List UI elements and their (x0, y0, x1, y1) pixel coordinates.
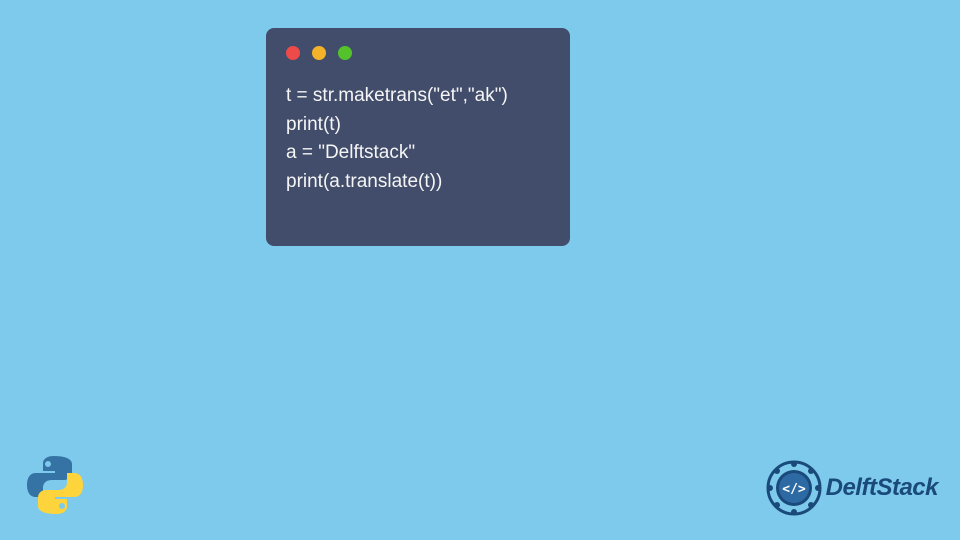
code-content: t = str.maketrans("et","ak") print(t) a … (286, 82, 550, 196)
maximize-icon (338, 46, 352, 60)
code-line-1: t = str.maketrans("et","ak") (286, 82, 550, 111)
window-controls (286, 46, 550, 60)
close-icon (286, 46, 300, 60)
brand-name-text: DelftStack (826, 474, 938, 502)
code-line-2: print(t) (286, 111, 550, 140)
minimize-icon (312, 46, 326, 60)
delftstack-emblem-icon: </> (766, 460, 822, 516)
svg-text:</>: </> (782, 482, 806, 497)
delftstack-logo: </> DelftStack (766, 460, 938, 516)
code-window: t = str.maketrans("et","ak") print(t) a … (266, 28, 570, 246)
code-line-4: print(a.translate(t)) (286, 168, 550, 197)
code-line-3: a = "Delftstack" (286, 139, 550, 168)
python-icon (23, 453, 87, 517)
